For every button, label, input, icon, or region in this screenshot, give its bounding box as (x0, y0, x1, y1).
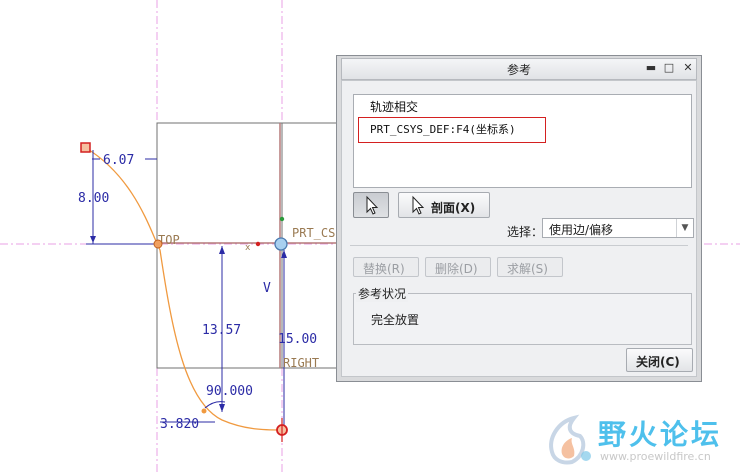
minimize-icon[interactable]: ▬ (644, 60, 658, 76)
reference-list[interactable]: 轨迹相交 PRT_CSYS_DEF:F4(坐标系) (353, 94, 692, 188)
close-button[interactable]: 关闭(C) (626, 348, 693, 372)
dim-6-07[interactable]: 6.07 (103, 153, 134, 168)
select-value: 使用边/偏移 (549, 223, 614, 237)
constraint-dot-b (279, 216, 285, 222)
forum-watermark: 野火论坛 www.proewildfire.cn (540, 412, 740, 472)
divider (350, 245, 688, 246)
dim-13-57[interactable]: 13.57 (202, 323, 241, 338)
close-label: 关闭(C) (636, 355, 680, 369)
section-button[interactable]: 剖面(X) (398, 192, 490, 218)
maximize-icon[interactable]: □ (662, 60, 676, 76)
section-label: 剖面(X) (431, 201, 476, 215)
delete-label: 删除(D) (435, 262, 478, 276)
pick-arrow-button[interactable] (353, 192, 389, 218)
delete-button[interactable]: 删除(D) (425, 257, 491, 277)
arrow-cursor-icon (366, 195, 379, 215)
dim-3-82[interactable]: 3.820 (160, 417, 199, 432)
replace-label: 替换(R) (363, 262, 405, 276)
watermark-brand: 野火论坛 (598, 418, 723, 451)
dim-8-00[interactable]: 8.00 (78, 191, 109, 206)
flame-logo-icon (549, 414, 591, 465)
chevron-down-icon[interactable]: ▼ (676, 219, 693, 237)
dialog-titlebar[interactable]: 参考 ▬ □ ✕ (341, 58, 697, 80)
origin-point[interactable] (274, 237, 288, 251)
watermark-url: www.proewildfire.cn (600, 450, 711, 463)
references-dialog: 参考 ▬ □ ✕ 轨迹相交 PRT_CSYS_DEF:F4(坐标系) 剖面(X)… (336, 55, 702, 382)
arrow-13-57-bottom-icon (219, 404, 225, 412)
status-text: 完全放置 (371, 313, 420, 327)
dialog-body: 轨迹相交 PRT_CSYS_DEF:F4(坐标系) 剖面(X) 选择： 使用边/… (341, 80, 697, 377)
label-right: RIGHT (283, 356, 319, 370)
select-label: 选择： (507, 225, 544, 239)
replace-button[interactable]: 替换(R) (353, 257, 419, 277)
select-mode-dropdown[interactable]: 使用边/偏移 ▼ (542, 218, 694, 238)
label-prt-csys: PRT_CS (292, 226, 335, 240)
spline-point-mid (201, 408, 207, 414)
dim-15-00[interactable]: 15.00 (278, 332, 317, 347)
arrow-13-57-top-icon (219, 246, 225, 254)
arrow-cursor-icon (412, 195, 425, 215)
arrow-8-00-icon (90, 236, 96, 243)
constraint-dot-a (255, 241, 261, 247)
reference-item[interactable]: PRT_CSYS_DEF:F4(坐标系) (370, 121, 516, 137)
dialog-title: 参考 (506, 63, 531, 77)
top-point[interactable] (153, 239, 163, 249)
spline-start-point[interactable] (80, 142, 91, 153)
solve-button[interactable]: 求解(S) (497, 257, 563, 277)
label-v: V (263, 281, 271, 296)
dim-90[interactable]: 90.000 (206, 384, 253, 399)
status-title: 参考状况 (356, 285, 409, 302)
reference-item[interactable]: 轨迹相交 (370, 98, 418, 115)
label-x: x (245, 243, 251, 253)
close-icon[interactable]: ✕ (681, 60, 695, 76)
solve-label: 求解(S) (507, 262, 548, 276)
